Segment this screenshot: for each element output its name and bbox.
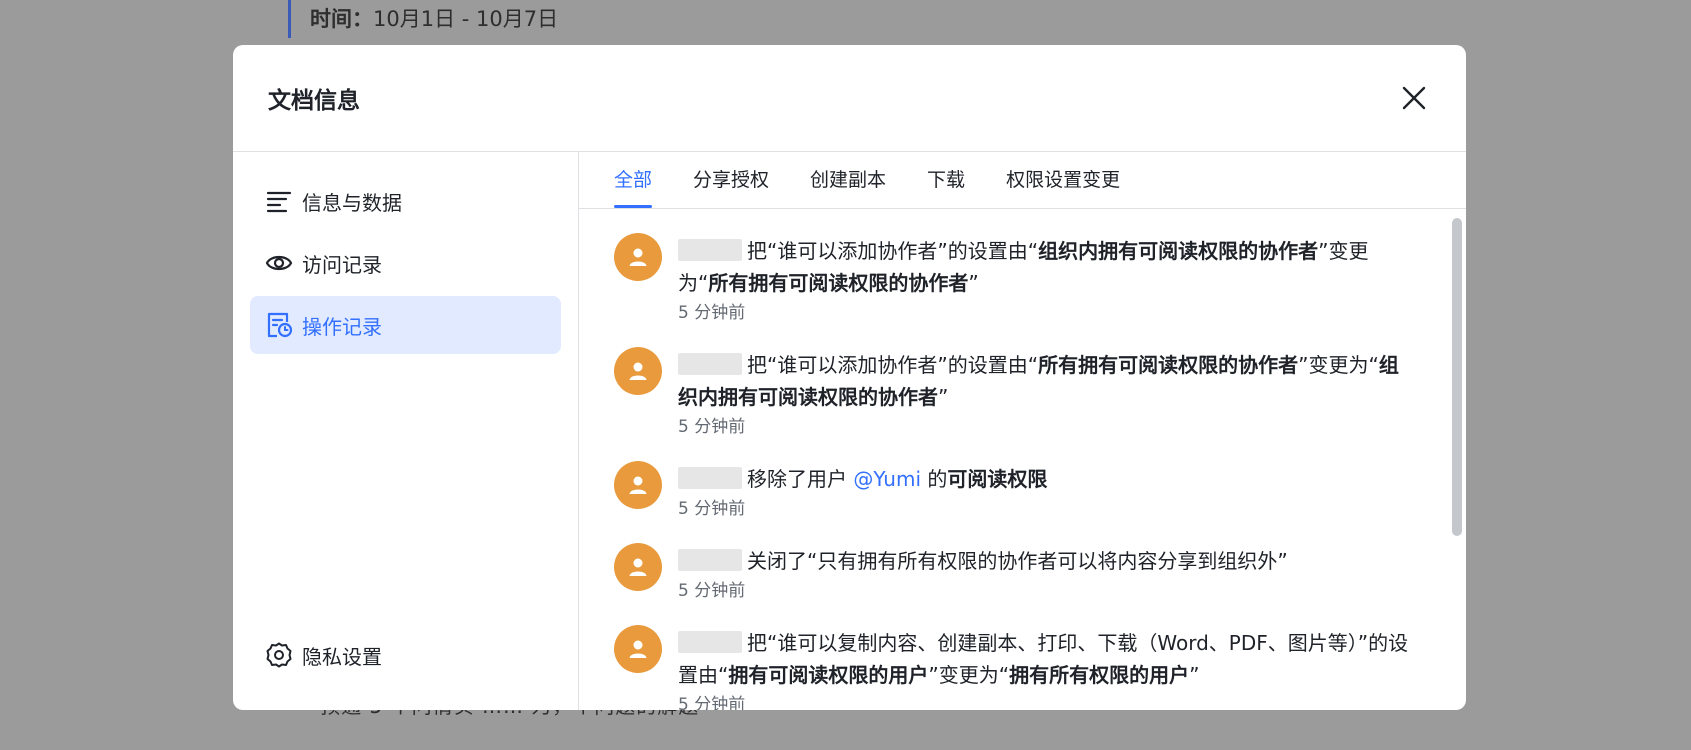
modal-body: 信息与数据 访问记录 操作记录 隐私设置 全部 分享授权 创建副本 下载 权限设… [233, 152, 1466, 710]
list-item: 关闭了“只有拥有所有权限的协作者可以将内容分享到组织外” 5 分钟前 [614, 543, 1448, 603]
tab-bar: 全部 分享授权 创建副本 下载 权限设置变更 [579, 152, 1466, 209]
record-permission: 可阅读权限 [947, 467, 1048, 491]
tab-share-authorization[interactable]: 分享授权 [693, 165, 769, 208]
background-date-label: 时间： [310, 7, 373, 31]
avatar[interactable] [614, 233, 662, 281]
sidebar-item-operation-records[interactable]: 操作记录 [250, 296, 561, 354]
record-old-value: 所有拥有可阅读权限的协作者 [1038, 353, 1299, 377]
sidebar-item-info-data[interactable]: 信息与数据 [250, 172, 561, 230]
record-time: 5 分钟前 [678, 303, 746, 323]
tab-create-copy[interactable]: 创建副本 [810, 165, 886, 208]
record-content: 关闭了“只有拥有所有权限的协作者可以将内容分享到组织外” 5 分钟前 [678, 543, 1418, 603]
list-item: 把“谁可以添加协作者”的设置由“所有拥有可阅读权限的协作者”变更为“组织内拥有可… [614, 347, 1448, 439]
tab-all[interactable]: 全部 [614, 165, 653, 208]
list-item: 移除了用户 @Yumi 的可阅读权限 5 分钟前 [614, 461, 1448, 521]
redacted-user-name [678, 467, 742, 489]
record-text-part: 把“谁可以添加协作者”的设置由“ [747, 353, 1039, 377]
user-icon [629, 558, 647, 576]
close-button[interactable] [1397, 81, 1431, 115]
record-old-value: 组织内拥有可阅读权限的协作者 [1038, 239, 1319, 263]
sidebar-item-label: 操作记录 [302, 314, 382, 339]
list-item: 把“谁可以复制内容、创建副本、打印、下载（Word、PDF、图片等）”的设置由“… [614, 625, 1448, 710]
record-text: 移除了用户 @Yumi 的可阅读权限 [678, 463, 1418, 495]
operation-record-list: 把“谁可以添加协作者”的设置由“组织内拥有可阅读权限的协作者”变更为“所有拥有可… [579, 210, 1448, 710]
redacted-user-name [678, 239, 742, 261]
record-content: 把“谁可以添加协作者”的设置由“所有拥有可阅读权限的协作者”变更为“组织内拥有可… [678, 347, 1418, 439]
record-text-part: 移除了用户 [747, 467, 854, 491]
sidebar-item-visit-records[interactable]: 访问记录 [250, 234, 561, 292]
sidebar: 信息与数据 访问记录 操作记录 隐私设置 [233, 152, 579, 710]
record-text: 把“谁可以添加协作者”的设置由“所有拥有可阅读权限的协作者”变更为“组织内拥有可… [678, 349, 1418, 413]
close-icon [1402, 86, 1426, 110]
document-info-modal: 文档信息 信息与数据 访问记录 操作记录 隐私设置 全部 分享授权 创建副本 下… [233, 45, 1466, 710]
record-text-part: ”变更为“ [928, 663, 1010, 687]
tab-download[interactable]: 下载 [927, 165, 965, 208]
list-icon [265, 187, 293, 215]
list-item: 把“谁可以添加协作者”的设置由“组织内拥有可阅读权限的协作者”变更为“所有拥有可… [614, 233, 1448, 325]
record-new-value: 所有拥有可阅读权限的协作者 [708, 271, 969, 295]
avatar[interactable] [614, 461, 662, 509]
sidebar-item-label: 访问记录 [302, 252, 382, 277]
user-icon [629, 476, 647, 494]
modal-title: 文档信息 [268, 88, 360, 114]
user-icon [629, 640, 647, 658]
user-mention-link[interactable]: @Yumi [853, 467, 921, 491]
redacted-user-name [678, 631, 742, 653]
scrollbar[interactable] [1452, 218, 1462, 536]
record-time: 5 分钟前 [678, 417, 746, 437]
redacted-user-name [678, 549, 742, 571]
modal-header: 文档信息 [233, 45, 1466, 152]
record-text-part: 的 [921, 467, 948, 491]
record-text: 把“谁可以添加协作者”的设置由“组织内拥有可阅读权限的协作者”变更为“所有拥有可… [678, 235, 1418, 299]
sidebar-bottom: 隐私设置 [250, 626, 561, 688]
record-content: 把“谁可以添加协作者”的设置由“组织内拥有可阅读权限的协作者”变更为“所有拥有可… [678, 233, 1418, 325]
main-panel: 全部 分享授权 创建副本 下载 权限设置变更 把“谁可以添加协作者”的设置由“组… [579, 152, 1466, 710]
record-text-part: 把“谁可以添加协作者”的设置由“ [747, 239, 1039, 263]
record-time: 5 分钟前 [678, 695, 746, 710]
record-old-value: 拥有可阅读权限的用户 [728, 663, 929, 687]
record-text-part: ”变更为“ [1298, 353, 1379, 377]
eye-icon [265, 249, 293, 277]
redacted-user-name [678, 353, 742, 375]
record-new-value: 拥有所有权限的用户 [1009, 663, 1190, 687]
sidebar-item-label: 隐私设置 [302, 644, 382, 669]
user-icon [629, 362, 647, 380]
record-text-part: ” [1189, 663, 1200, 687]
user-icon [629, 248, 647, 266]
record-time: 5 分钟前 [678, 581, 746, 601]
record-text-part: ” [968, 271, 979, 295]
record-text-part: ” [938, 385, 949, 409]
document-history-icon [265, 311, 293, 339]
background-date-value: 10月1日 - 10月7日 [373, 7, 559, 31]
avatar[interactable] [614, 625, 662, 673]
record-content: 把“谁可以复制内容、创建副本、打印、下载（Word、PDF、图片等）”的设置由“… [678, 625, 1418, 710]
tab-permission-changes[interactable]: 权限设置变更 [1006, 165, 1120, 208]
sidebar-item-privacy-settings[interactable]: 隐私设置 [250, 626, 561, 684]
record-time: 5 分钟前 [678, 499, 746, 519]
background-date-line: 时间：10月1日 - 10月7日 [288, 0, 558, 38]
record-text-part: 关闭了“只有拥有所有权限的协作者可以将内容分享到组织外” [747, 549, 1288, 573]
avatar[interactable] [614, 347, 662, 395]
gear-icon [265, 641, 293, 669]
record-text: 关闭了“只有拥有所有权限的协作者可以将内容分享到组织外” [678, 545, 1418, 577]
record-content: 移除了用户 @Yumi 的可阅读权限 5 分钟前 [678, 461, 1418, 521]
sidebar-item-label: 信息与数据 [302, 190, 402, 215]
avatar[interactable] [614, 543, 662, 591]
record-text: 把“谁可以复制内容、创建副本、打印、下载（Word、PDF、图片等）”的设置由“… [678, 627, 1418, 691]
